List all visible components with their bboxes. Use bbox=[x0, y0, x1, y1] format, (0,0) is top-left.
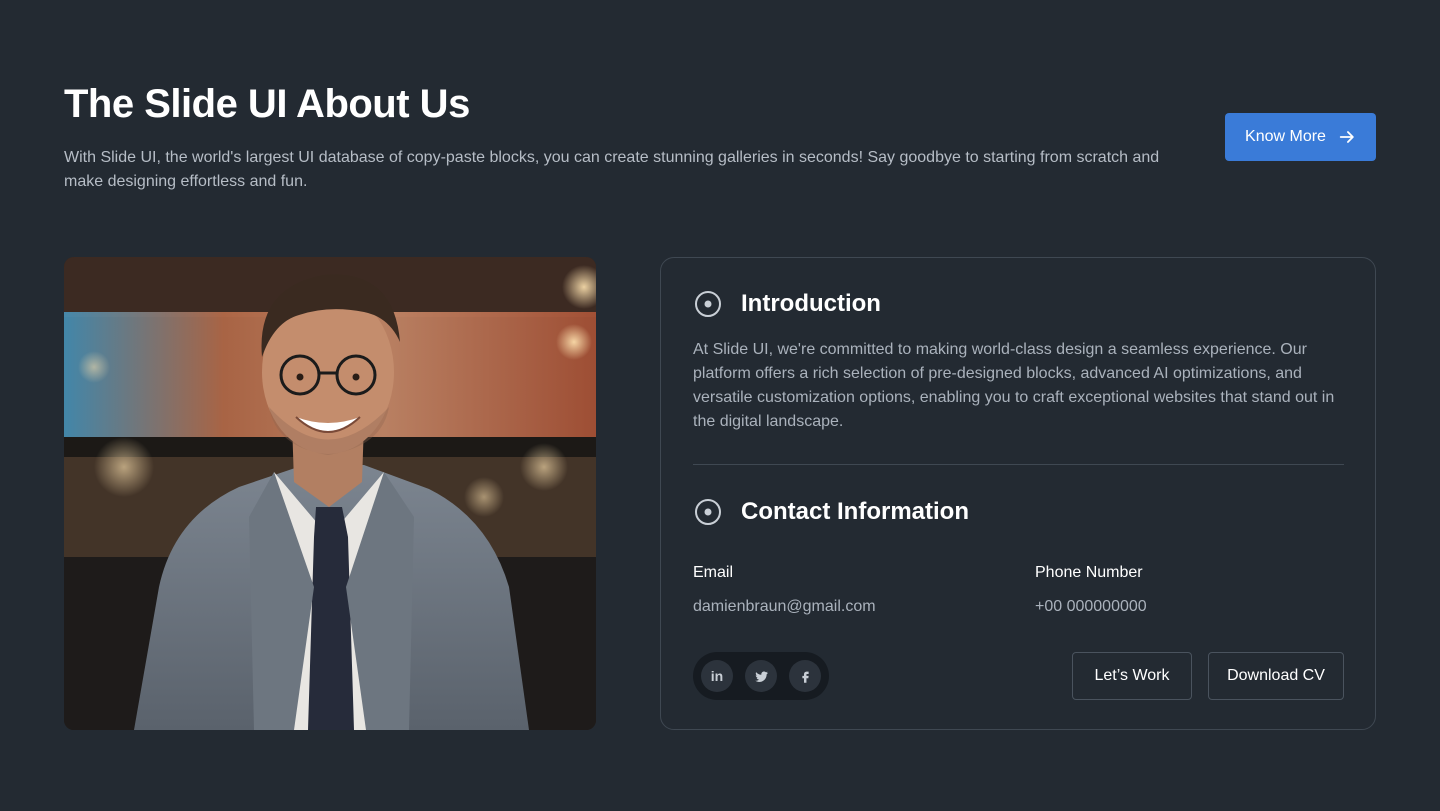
linkedin-glyph: in bbox=[710, 668, 724, 684]
page-title: The Slide UI About Us bbox=[64, 82, 470, 126]
about-card: Introduction At Slide UI, we're committe… bbox=[660, 257, 1376, 730]
profile-photo bbox=[64, 257, 596, 730]
facebook-icon[interactable] bbox=[789, 660, 821, 692]
phone-label: Phone Number bbox=[1035, 564, 1143, 581]
section-divider bbox=[693, 464, 1344, 465]
arrow-right-icon bbox=[1339, 131, 1354, 143]
download-cv-button[interactable]: Download CV bbox=[1208, 652, 1344, 700]
introduction-title: Introduction bbox=[741, 290, 881, 317]
linkedin-icon[interactable]: in bbox=[701, 660, 733, 692]
email-value[interactable]: damienbraun@gmail.com bbox=[693, 598, 876, 616]
about-us-section: The Slide UI About Us With Slide UI, the… bbox=[0, 0, 1440, 811]
target-icon bbox=[695, 291, 721, 317]
introduction-text: At Slide UI, we're committed to making w… bbox=[693, 341, 1335, 430]
social-links: in bbox=[693, 652, 829, 700]
contact-header: Contact Information bbox=[693, 497, 969, 527]
introduction-header: Introduction bbox=[693, 289, 881, 319]
target-icon bbox=[695, 499, 721, 525]
know-more-label: Know More bbox=[1245, 128, 1326, 145]
contact-title: Contact Information bbox=[741, 498, 969, 525]
email-label: Email bbox=[693, 564, 734, 581]
know-more-button[interactable]: Know More bbox=[1225, 113, 1376, 161]
lets-work-button[interactable]: Let’s Work bbox=[1072, 652, 1192, 700]
twitter-icon[interactable] bbox=[745, 660, 777, 692]
phone-value[interactable]: +00 000000000 bbox=[1035, 598, 1147, 616]
page-description: With Slide UI, the world's largest UI da… bbox=[64, 149, 1160, 190]
